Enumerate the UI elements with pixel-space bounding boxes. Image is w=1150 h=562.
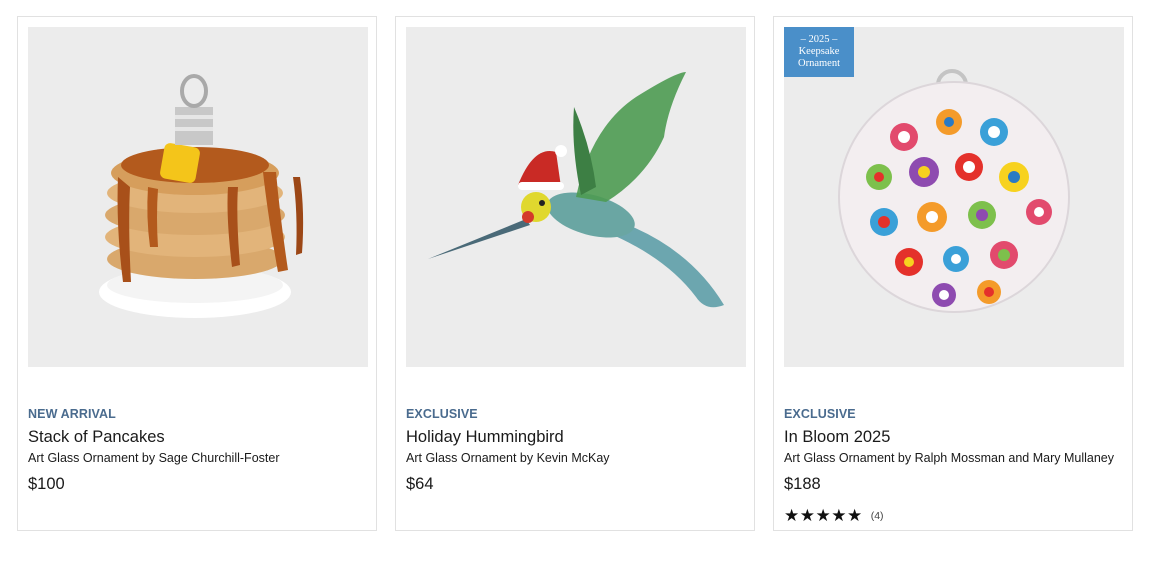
badge-line3: Ornament [798, 58, 840, 69]
product-price: $188 [784, 475, 821, 493]
product-image-pancakes[interactable] [28, 27, 368, 367]
badge-year: – 2025 – [800, 34, 838, 45]
product-tag: EXCLUSIVE [784, 407, 856, 421]
product-subtitle: Art Glass Ornament by Ralph Mossman and … [784, 451, 1114, 465]
product-price: $64 [406, 475, 434, 493]
product-subtitle: Art Glass Ornament by Kevin McKay [406, 451, 610, 465]
product-subtitle: Art Glass Ornament by Sage Churchill-Fos… [28, 451, 280, 465]
product-price: $100 [28, 475, 65, 493]
review-count[interactable]: (4) [871, 510, 884, 522]
product-card-hummingbird[interactable]: EXCLUSIVE Holiday Hummingbird Art Glass … [395, 16, 755, 531]
product-tag: EXCLUSIVE [406, 407, 478, 421]
millefiori-ornament-image [784, 27, 1124, 367]
star-rating-icons: ★★★★★ [784, 506, 863, 525]
product-image-hummingbird[interactable] [406, 27, 746, 367]
product-rating[interactable]: ★★★★★ (4) [784, 507, 884, 524]
badge-line2: Keepsake [798, 46, 840, 57]
product-tag: NEW ARRIVAL [28, 407, 116, 421]
hummingbird-ornament-image [406, 27, 746, 367]
product-title[interactable]: Holiday Hummingbird [406, 428, 564, 447]
keepsake-badge: – 2025 – Keepsake Ornament [784, 27, 854, 77]
product-card-pancakes[interactable]: NEW ARRIVAL Stack of Pancakes Art Glass … [17, 16, 377, 531]
pancake-ornament-image [28, 27, 368, 367]
product-card-in-bloom[interactable]: – 2025 – Keepsake Ornament EXCLUSIVE In … [773, 16, 1133, 531]
product-image-in-bloom[interactable]: – 2025 – Keepsake Ornament [784, 27, 1124, 367]
product-title[interactable]: Stack of Pancakes [28, 428, 165, 447]
product-title[interactable]: In Bloom 2025 [784, 428, 890, 447]
